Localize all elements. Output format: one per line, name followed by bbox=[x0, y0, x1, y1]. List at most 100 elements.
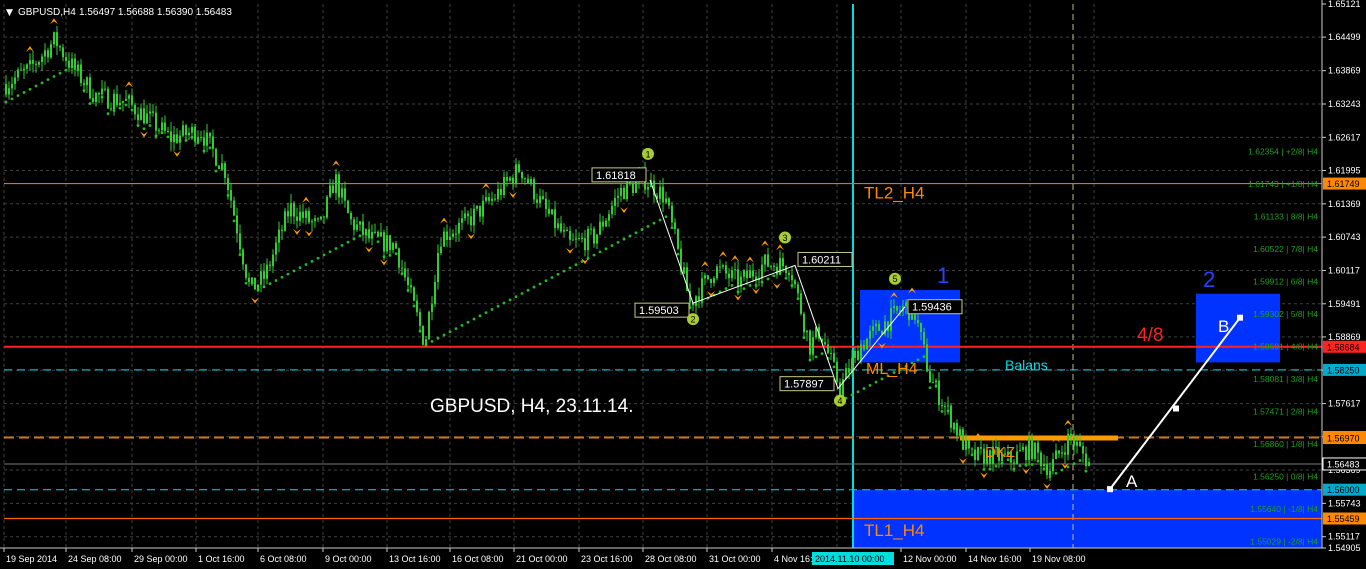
candle-body bbox=[56, 32, 58, 47]
time-tick-label: 19 Sep 2014 bbox=[6, 554, 57, 564]
zone-2-box bbox=[1196, 293, 1280, 363]
sar-dot bbox=[460, 324, 464, 327]
sar-dot bbox=[34, 84, 38, 88]
wave-number-label: 4 bbox=[837, 396, 842, 406]
candle-body bbox=[773, 265, 775, 267]
candle-body bbox=[1070, 433, 1072, 438]
candle-body bbox=[965, 440, 967, 450]
candle-body bbox=[212, 136, 214, 149]
time-tick-label: 28 Oct 08:00 bbox=[645, 554, 697, 564]
murrey-label: 1.57471 | 2/8| H4 bbox=[1253, 406, 1318, 416]
candle-body bbox=[143, 108, 145, 124]
candle-body bbox=[422, 325, 424, 345]
sar-dot bbox=[214, 169, 218, 173]
candle-body bbox=[374, 231, 376, 233]
sar-dot bbox=[988, 467, 992, 471]
candle-body bbox=[8, 88, 10, 95]
sar-dot bbox=[538, 282, 542, 286]
candle-body bbox=[467, 213, 469, 217]
wave-number-label: 1 bbox=[645, 149, 650, 159]
candle-body bbox=[824, 342, 826, 345]
candle-body bbox=[632, 183, 634, 194]
candle-body bbox=[431, 304, 433, 312]
candle-body bbox=[173, 134, 175, 142]
candle-body bbox=[305, 210, 307, 218]
candle-body bbox=[1061, 452, 1063, 454]
murrey-label: 1.58081 | 3/8| H4 bbox=[1253, 374, 1318, 384]
candle-body bbox=[779, 258, 781, 275]
price-tag-label: 1.58684 bbox=[1327, 342, 1360, 352]
candle-body bbox=[239, 233, 241, 250]
candle-body bbox=[788, 272, 790, 276]
candle-body bbox=[53, 32, 55, 45]
candle-body bbox=[206, 132, 208, 146]
candle-body bbox=[1046, 463, 1048, 475]
sar-dot bbox=[280, 275, 284, 279]
sar-dot bbox=[724, 287, 728, 290]
murrey-label: 1.56250 | 0/8| H4 bbox=[1253, 471, 1318, 481]
candle-body bbox=[26, 64, 28, 69]
header-ohlc: 1.56497 1.56688 1.56390 1.56483 bbox=[79, 7, 232, 18]
sar-dot bbox=[868, 383, 872, 387]
candle-body bbox=[746, 270, 748, 279]
candle-body bbox=[623, 187, 625, 200]
sar-dot bbox=[124, 103, 128, 107]
sar-dot bbox=[856, 390, 860, 394]
sar-dot bbox=[874, 380, 878, 384]
time-tick-label: 16 Oct 08:00 bbox=[452, 554, 504, 564]
candle-body bbox=[662, 186, 664, 203]
candle-body bbox=[659, 186, 661, 199]
candle-body bbox=[1019, 450, 1021, 452]
time-tick-label: 13 Oct 16:00 bbox=[389, 554, 441, 564]
candle-body bbox=[293, 203, 295, 217]
candle-body bbox=[743, 270, 745, 277]
sar-dot bbox=[598, 250, 602, 254]
header-symbol: GBPUSD,H4 bbox=[18, 7, 76, 18]
candle-body bbox=[707, 275, 709, 280]
vline-date-label: 2014.11.10 00:00 bbox=[815, 554, 884, 564]
candle-body bbox=[32, 60, 34, 64]
sar-dot bbox=[292, 269, 296, 273]
sar-dot bbox=[394, 252, 398, 256]
candle-body bbox=[380, 232, 382, 237]
sar-dot bbox=[514, 295, 518, 299]
candle-body bbox=[128, 95, 130, 99]
candle-body bbox=[695, 296, 697, 306]
candle-body bbox=[158, 130, 160, 132]
projection-point-b bbox=[1237, 314, 1243, 321]
candle-body bbox=[827, 344, 829, 354]
candle-body bbox=[1082, 446, 1084, 454]
candle-body bbox=[338, 174, 340, 198]
header-menu-arrow-icon[interactable]: ▼ bbox=[6, 8, 13, 18]
candle-body bbox=[893, 306, 895, 309]
candle-body bbox=[530, 179, 532, 184]
sar-dot bbox=[652, 221, 656, 225]
candle-body bbox=[323, 216, 325, 218]
candle-body bbox=[392, 243, 394, 251]
candle-body bbox=[716, 266, 718, 279]
candle-body bbox=[1040, 452, 1042, 467]
sar-dot bbox=[484, 311, 488, 315]
price-chart[interactable]: 1.61818 1 1.59503 2 1.60211 3 1.57897 4 1.59436 5… bbox=[0, 0, 1366, 569]
sar-dot bbox=[346, 240, 350, 244]
price-tag-label: 1.56970 bbox=[1327, 434, 1360, 444]
sar-dot bbox=[376, 240, 380, 244]
candle-body bbox=[200, 137, 202, 139]
time-tick-label: 9 Oct 00:00 bbox=[325, 554, 372, 564]
candle-body bbox=[365, 229, 367, 235]
sar-dot bbox=[646, 224, 650, 228]
sar-dot bbox=[130, 108, 134, 112]
candle-body bbox=[329, 185, 331, 197]
candle-body bbox=[668, 198, 670, 206]
candle-body bbox=[377, 231, 379, 237]
murrey-label: 1.61133 | 8/8| H4 bbox=[1254, 211, 1319, 221]
candle-body bbox=[332, 185, 334, 194]
candle-body bbox=[575, 238, 577, 240]
sar-dot bbox=[436, 336, 440, 340]
sar-dot bbox=[1018, 464, 1022, 468]
candle-body bbox=[101, 88, 103, 95]
sar-dot bbox=[796, 297, 800, 301]
wave-number-label: 5 bbox=[892, 274, 897, 284]
candle-body bbox=[806, 330, 808, 333]
zone-2-label: 2 bbox=[1203, 267, 1215, 292]
